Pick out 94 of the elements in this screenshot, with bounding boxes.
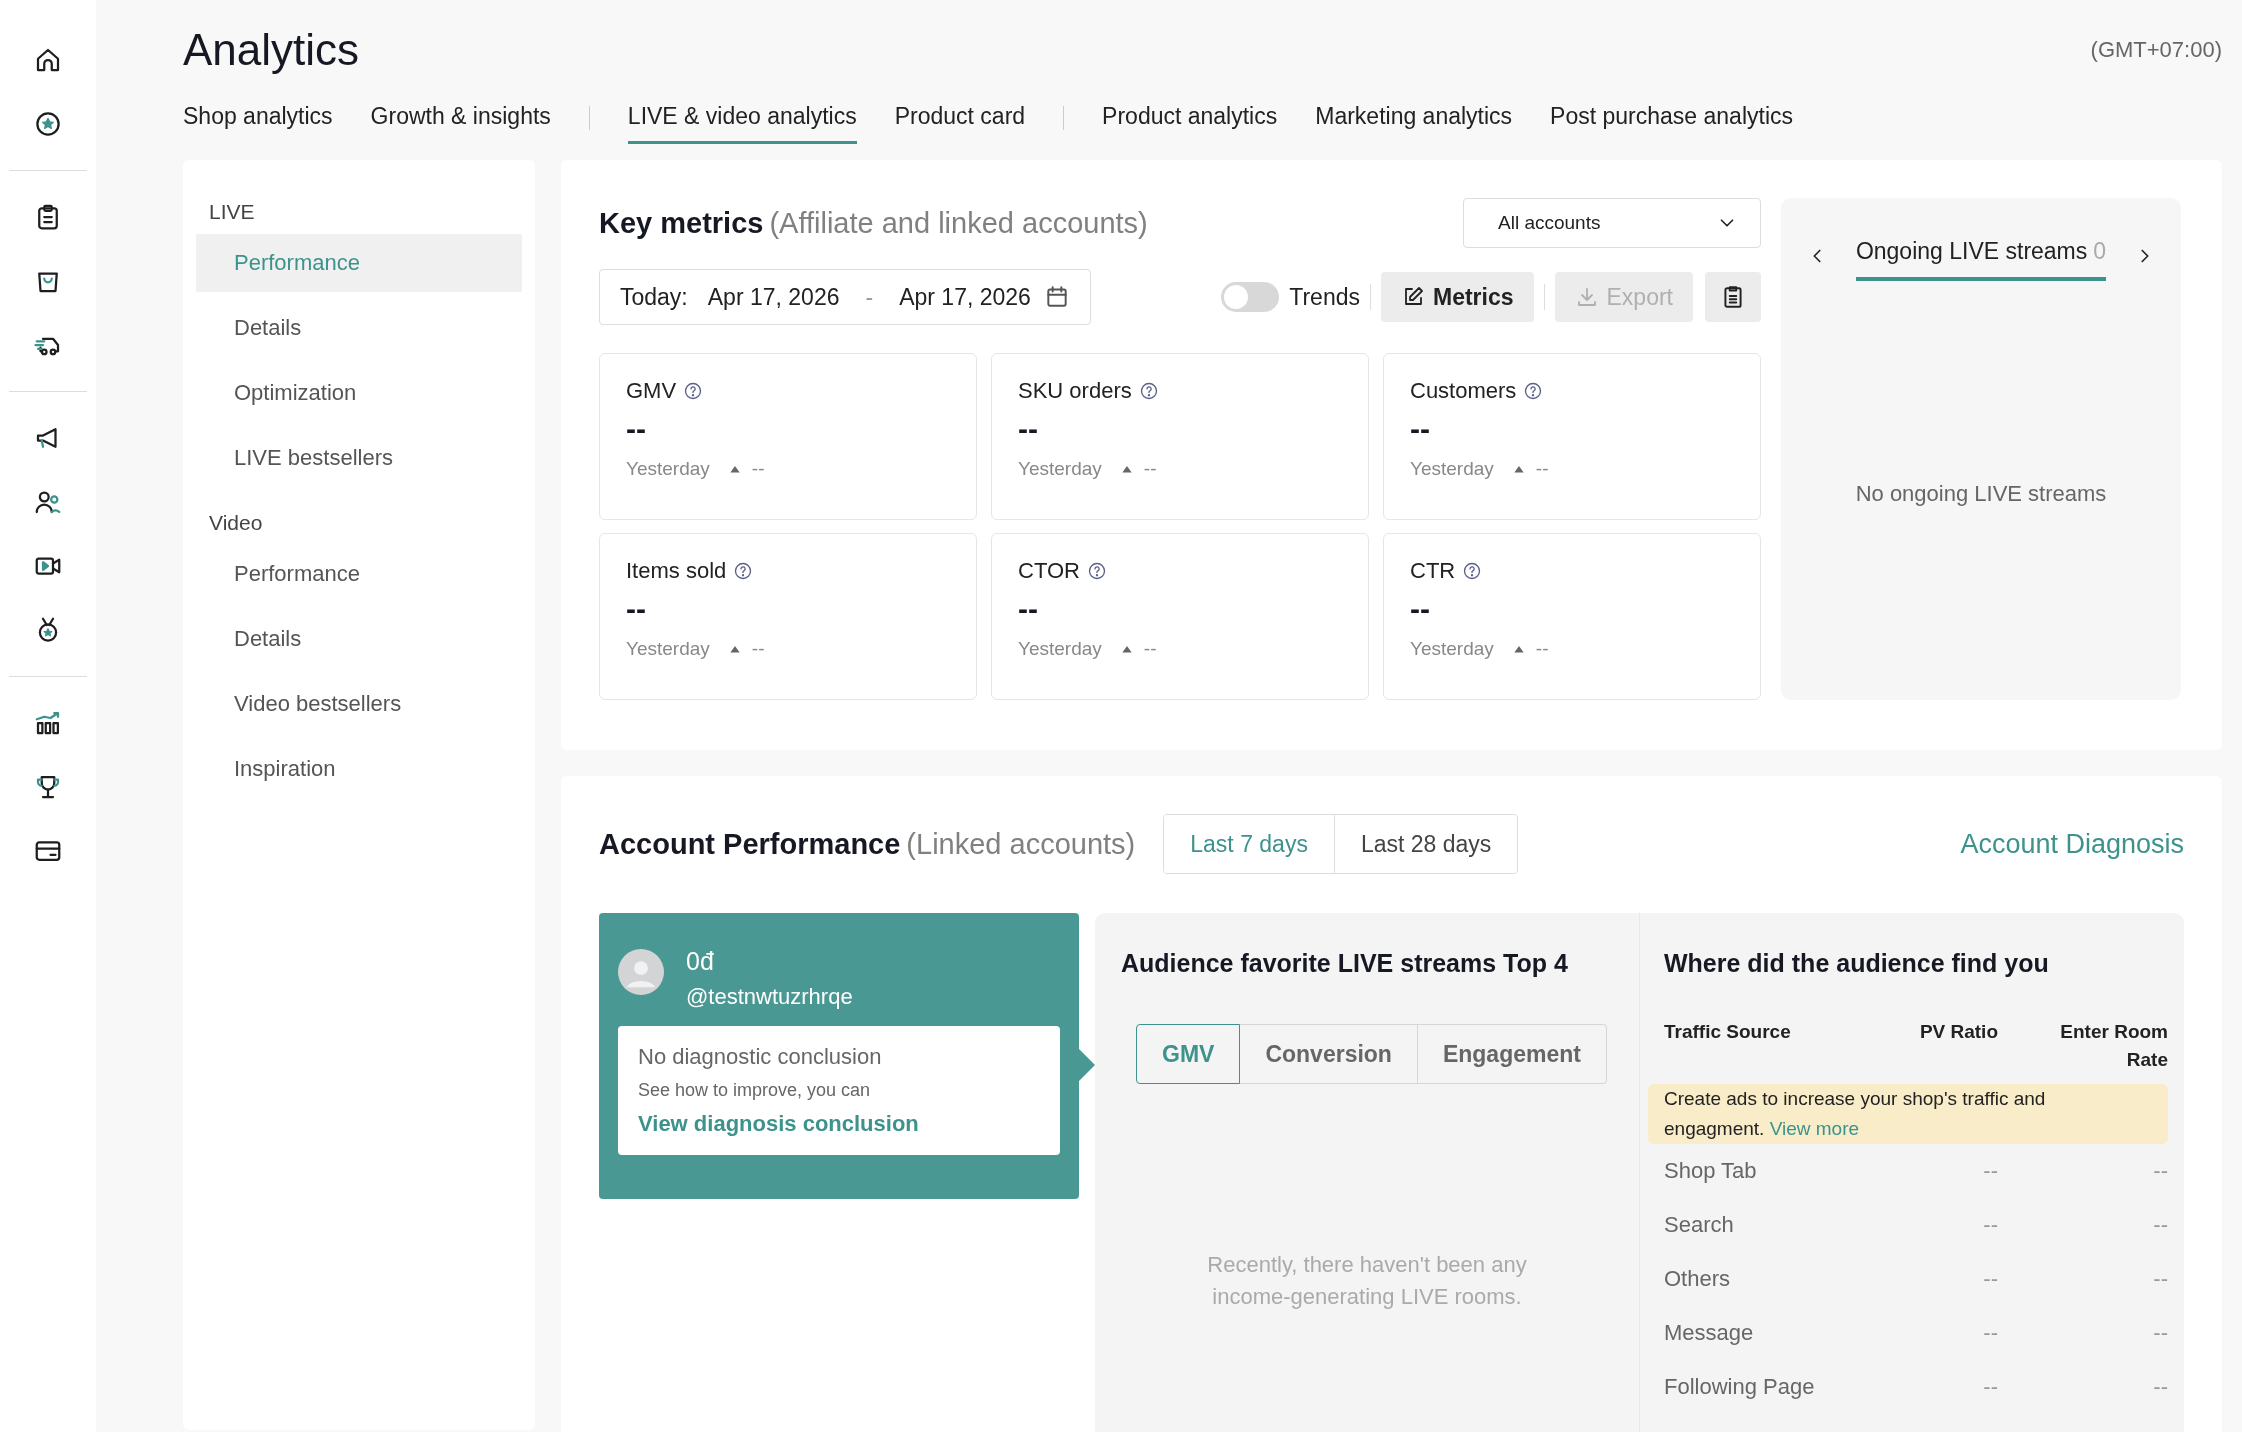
table-cell-text: Following Page [1664, 1374, 1816, 1400]
help-icon [733, 561, 754, 581]
account-dropdown[interactable]: All accounts [1463, 198, 1761, 248]
trends-toggle[interactable] [1221, 282, 1280, 312]
section-subtitle: (Affiliate and linked accounts) [769, 206, 1148, 240]
table-cell-text: -- [1982, 1374, 1998, 1400]
compare-label: Yesterday [626, 458, 710, 480]
section-subtitle: (Linked accounts) [906, 827, 1136, 861]
table-cell-text: -- [2152, 1266, 2168, 1292]
avatar-icon [618, 949, 664, 995]
table-cell-text: -- [2152, 1374, 2168, 1400]
metric-value: -- [626, 412, 647, 447]
tab[interactable]: Post purchase analytics [1550, 92, 1793, 144]
metric-name: GMV [626, 378, 677, 404]
help-icon [1462, 561, 1483, 581]
metric-value: -- [1018, 412, 1039, 447]
metric-name: Customers [1410, 378, 1517, 404]
nav-item[interactable]: Details [196, 299, 522, 357]
change-value: -- [751, 638, 765, 660]
empty-message: No ongoing LIVE streams [1855, 481, 2107, 507]
date-range-tab[interactable]: Last 28 days [1333, 815, 1518, 873]
section-title: Account Performance [599, 827, 901, 861]
live-streams-tab[interactable]: Ongoing LIVE streams 0 [1855, 230, 2107, 281]
tab[interactable]: Shop analytics [183, 92, 333, 144]
section-title: Key metrics [599, 206, 764, 240]
table-cell-text: -- [1982, 1212, 1998, 1238]
help-icon [683, 381, 704, 401]
help-icon [1523, 381, 1544, 401]
metric-tab[interactable]: Engagement [1417, 1024, 1607, 1084]
star-badge-icon[interactable] [33, 109, 63, 139]
change-value: -- [751, 458, 765, 480]
metric-name: CTOR [1018, 558, 1080, 584]
nav-item[interactable]: LIVE bestsellers [196, 429, 522, 487]
page-title: Analytics [183, 25, 360, 75]
calendar-icon [1044, 284, 1070, 310]
help-icon [1138, 381, 1159, 401]
help-icon [1086, 561, 1107, 581]
metric-value: -- [1410, 592, 1431, 627]
compare-label: Yesterday [1410, 638, 1494, 660]
metric-value: -- [1410, 412, 1431, 447]
compare-label: Yesterday [626, 638, 710, 660]
panel-title: Where did the audience find you [1664, 949, 2050, 978]
metrics-button[interactable]: Metrics [1380, 272, 1534, 322]
table-cell-text: -- [2152, 1158, 2168, 1184]
diagnosis-title: No diagnostic conclusion [638, 1044, 883, 1070]
nav-section-heading: Video [208, 510, 264, 536]
nav-item[interactable]: Performance [196, 545, 522, 603]
tab[interactable]: Marketing analytics [1315, 92, 1513, 144]
nav-section-heading: LIVE [208, 199, 256, 225]
metric-value: -- [1018, 592, 1039, 627]
metric-name: Items sold [626, 558, 727, 584]
nav-item[interactable]: Inspiration [196, 740, 522, 798]
account-diagnosis-link[interactable]: Account Diagnosis [1960, 828, 2184, 860]
ads-notice: Create ads to increase your shop's traffic and engagment. View more [1648, 1084, 2168, 1144]
column-header: Traffic Source [1664, 1020, 1792, 1044]
empty-message: Recently, there haven't been any income-generating LIVE rooms. [1206, 1251, 1528, 1311]
panel-title: Audience favorite LIVE streams Top 4 [1121, 949, 1569, 978]
timezone-label: (GMT+07:00) [2090, 37, 2222, 63]
table-cell-text: Shop Tab [1664, 1158, 1758, 1184]
tab[interactable]: Product card [894, 92, 1026, 144]
trends-label: Trends [1289, 283, 1360, 311]
nav-item[interactable]: Video bestsellers [196, 675, 522, 733]
compare-label: Yesterday [1410, 458, 1494, 480]
change-value: -- [1535, 458, 1549, 480]
metric-tab[interactable]: Conversion [1240, 1024, 1418, 1084]
change-value: -- [1143, 638, 1157, 660]
table-cell-text: Message [1664, 1320, 1755, 1346]
tab[interactable]: Product analytics [1102, 92, 1278, 144]
table-cell-text: Others [1664, 1266, 1732, 1292]
compare-label: Yesterday [1018, 638, 1102, 660]
table-cell-text: -- [2152, 1320, 2168, 1346]
change-value: -- [1143, 458, 1157, 480]
table-cell-text: Search [1664, 1212, 1735, 1238]
table-cell-text: -- [2152, 1212, 2168, 1238]
view-diagnosis-link[interactable]: View diagnosis conclusion [638, 1111, 919, 1137]
report-button[interactable] [1705, 272, 1761, 322]
table-cell-text: -- [1982, 1320, 1998, 1346]
column-header: PV Ratio [1918, 1020, 1998, 1044]
change-value: -- [1535, 638, 1549, 660]
account-handle: @testnwtuzrhrqe [686, 984, 853, 1010]
tab[interactable]: LIVE & video analytics [627, 92, 857, 144]
diagnosis-hint: See how to improve, you can [638, 1080, 872, 1101]
table-cell-text: -- [1982, 1158, 1998, 1184]
compare-label: Yesterday [1018, 458, 1102, 480]
tab[interactable]: Growth & insights [370, 92, 551, 144]
nav-item[interactable]: Details [196, 610, 522, 668]
metric-name: CTR [1410, 558, 1456, 584]
metric-value: -- [626, 592, 647, 627]
nav-item[interactable]: Optimization [196, 364, 522, 422]
date-range-picker[interactable]: Today: Apr 17, 2026 - Apr 17, 2026 [599, 269, 1091, 325]
metric-name: SKU orders [1018, 378, 1132, 404]
table-cell-text: -- [1982, 1266, 1998, 1292]
column-header: Enter Room Rate [2059, 1020, 2168, 1072]
account-balance: 0đ [686, 947, 715, 976]
